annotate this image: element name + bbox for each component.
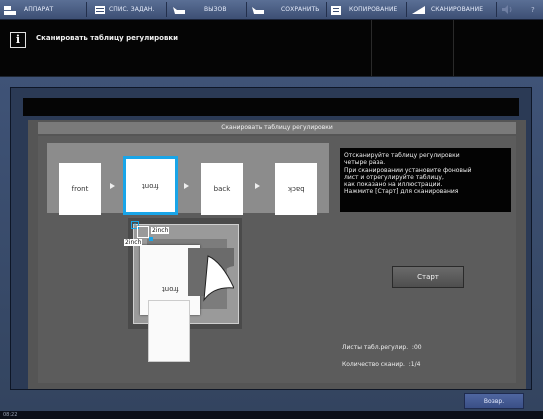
copy-icon bbox=[331, 5, 341, 15]
sheet-front-1: front bbox=[59, 163, 101, 215]
tab-scan-label: СКАНИРОВАНИЕ bbox=[431, 6, 484, 13]
tab-copy-label: КОПИРОВАНИЕ bbox=[349, 6, 398, 13]
arrow-icon bbox=[184, 183, 189, 189]
measure-horizontal: 2inch bbox=[151, 227, 170, 234]
tab-scan[interactable]: СКАНИРОВАНИЕ bbox=[412, 0, 483, 19]
info-icon: i bbox=[10, 32, 26, 48]
sheet-front-2-selected: front bbox=[123, 156, 178, 215]
scan-count: Количество сканир. :1/4 bbox=[342, 361, 421, 368]
instruction-text: Отсканируйте таблицу регулировки четыре … bbox=[340, 148, 511, 212]
tab-recall-label: ВЫЗОВ bbox=[204, 6, 227, 13]
info-bar bbox=[0, 20, 543, 76]
dialog-title: Сканировать таблицу регулировки bbox=[38, 122, 516, 134]
tab-job-list-label: СПИС. ЗАДАН. bbox=[109, 6, 155, 13]
tab-save-label: СОХРАНИТЬ bbox=[281, 6, 320, 13]
tab-copy[interactable]: КОПИРОВАНИЕ bbox=[331, 0, 397, 19]
measure-vertical: 2inch bbox=[124, 239, 143, 246]
tab-recall[interactable]: ВЫЗОВ bbox=[172, 0, 227, 19]
start-button[interactable]: Старт bbox=[392, 266, 464, 288]
volume-icon[interactable] bbox=[502, 0, 514, 19]
save-icon bbox=[251, 6, 265, 14]
arrow-icon bbox=[110, 183, 115, 189]
sheet-back-1: back bbox=[201, 163, 243, 215]
tab-job-list[interactable]: СПИС. ЗАДАН. bbox=[95, 0, 155, 19]
arrow-icon bbox=[255, 183, 260, 189]
scan-icon bbox=[412, 5, 425, 14]
info-message: Сканировать таблицу регулировки bbox=[36, 34, 179, 42]
page-curl-icon bbox=[188, 248, 234, 302]
tab-machine[interactable]: АППАРАТ bbox=[4, 0, 53, 19]
panel-header bbox=[23, 98, 519, 116]
clock: 08:22 bbox=[3, 412, 18, 418]
list-icon bbox=[95, 5, 105, 14]
back-button[interactable]: Возвр. bbox=[464, 393, 524, 409]
help-icon[interactable]: ? bbox=[531, 0, 535, 19]
document-sheet-back bbox=[148, 300, 190, 362]
adjustment-sheets-count: Листы табл.регулир. :00 bbox=[342, 344, 422, 351]
tab-save[interactable]: СОХРАНИТЬ bbox=[251, 0, 319, 19]
machine-icon bbox=[4, 5, 16, 15]
sheet-back-2: back bbox=[275, 163, 317, 215]
tab-machine-label: АППАРАТ bbox=[24, 6, 54, 13]
recall-icon bbox=[172, 6, 186, 14]
